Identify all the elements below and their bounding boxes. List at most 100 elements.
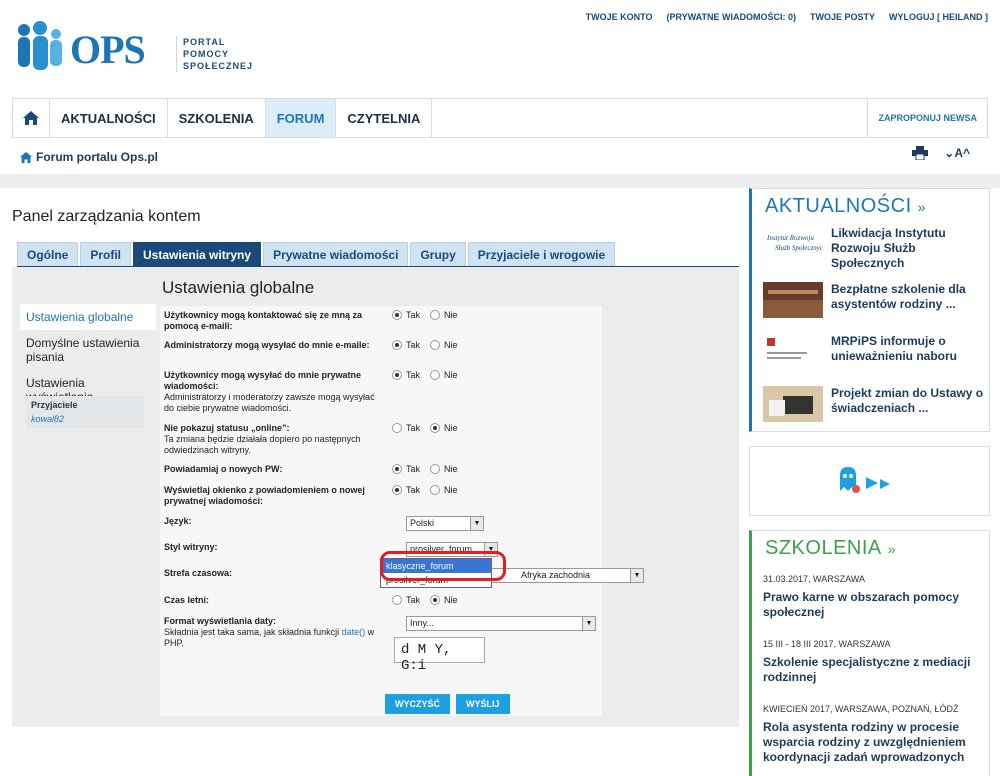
tab-profile[interactable]: Profil bbox=[80, 242, 132, 266]
tab-friends-foes[interactable]: Przyjaciele i wrogowie bbox=[467, 242, 616, 266]
nav-library[interactable]: CZYTELNIA bbox=[336, 99, 433, 137]
radio-no[interactable] bbox=[430, 370, 441, 380]
style-label: Styl witryny: bbox=[164, 542, 218, 552]
nav-forum[interactable]: FORUM bbox=[265, 99, 337, 137]
radio-yes-label: Tak bbox=[406, 485, 421, 495]
radio-no[interactable] bbox=[430, 310, 441, 320]
news-thumbnail: Instytut Rozwoju Służb Społecznych bbox=[763, 226, 823, 262]
radio-yes[interactable] bbox=[392, 340, 402, 350]
setting-radios: Tak Nie bbox=[392, 423, 466, 433]
news-title[interactable]: AKTUALNOŚCI » bbox=[752, 189, 989, 218]
setting-label: Użytkownicy mogą kontaktować się ze mną … bbox=[164, 310, 363, 331]
language-select-wrap: Polski ▼ bbox=[406, 516, 484, 531]
main-nav: AKTUALNOŚCI SZKOLENIA FORUM CZYTELNIA ZA… bbox=[12, 98, 988, 138]
chevron-down-icon: ▼ bbox=[470, 517, 483, 530]
radio-yes-label: Tak bbox=[406, 310, 421, 320]
radio-no[interactable] bbox=[430, 340, 441, 350]
home-button[interactable] bbox=[13, 99, 50, 137]
tab-site-settings[interactable]: Ustawienia witryny bbox=[133, 242, 262, 266]
news-item[interactable]: MRPiPS informuje o unieważnieniu naboru bbox=[763, 334, 985, 370]
setting-radios: Tak Nie bbox=[392, 370, 466, 380]
news-thumbnail bbox=[763, 334, 823, 370]
svg-text:Służb Społecznych: Służb Społecznych bbox=[775, 244, 823, 252]
nav-news[interactable]: AKTUALNOŚCI bbox=[50, 99, 168, 137]
training-date: 31.03.2017, WARSZAWA bbox=[763, 574, 866, 584]
radio-yes[interactable] bbox=[392, 485, 402, 495]
radio-no-label: Nie bbox=[444, 370, 458, 380]
form-buttons: WYCZYŚĆ WYŚLIJ bbox=[385, 694, 510, 714]
training-title[interactable]: Szkolenie specjalistyczne z mediacji rod… bbox=[763, 655, 988, 685]
side-menu-posting-defaults[interactable]: Domyślne ustawienia pisania bbox=[20, 330, 156, 370]
setting-label: Użytkownicy mogą wysyłać do mnie prywatn… bbox=[164, 370, 386, 414]
logo-subtitle: PORTAL POMOCY SPOŁECZNEJ bbox=[176, 36, 253, 72]
side-menu-global-settings[interactable]: Ustawienia globalne bbox=[20, 304, 156, 330]
news-item-title: Projekt zmian do Ustawy o świadczeniach … bbox=[831, 386, 984, 415]
friend-link[interactable]: kowal82 bbox=[31, 414, 139, 424]
settings-form: Użytkownicy mogą kontaktować się ze mną … bbox=[160, 306, 644, 716]
friends-header: Przyjaciele bbox=[31, 400, 78, 410]
reset-button[interactable]: WYCZYŚĆ bbox=[385, 694, 450, 714]
private-messages-link[interactable]: (PRYWATNE WIADOMOŚCI: 0) bbox=[666, 12, 796, 22]
timezone-label: Strefa czasowa: bbox=[164, 568, 233, 578]
radio-yes-label: Tak bbox=[406, 340, 421, 350]
date-format-note: Składnia jest taka sama, jak składnia fu… bbox=[164, 627, 374, 648]
setting-row: Wyświetlaj okienko z powiadomieniem o no… bbox=[160, 485, 602, 511]
radio-yes[interactable] bbox=[392, 370, 402, 380]
news-item[interactable]: Bezpłatne szkolenie dla asystentów rodzi… bbox=[763, 282, 985, 318]
setting-note: Ta zmiana będzie działała dopiero po nas… bbox=[164, 434, 361, 455]
setting-row: Użytkownicy mogą wysyłać do mnie prywatn… bbox=[160, 370, 602, 416]
radio-no[interactable] bbox=[430, 464, 441, 474]
radio-no-label: Nie bbox=[444, 423, 458, 433]
setting-radios: Tak Nie bbox=[392, 485, 466, 495]
radio-no[interactable] bbox=[430, 595, 441, 605]
date-format-input[interactable]: d M Y, G:i bbox=[394, 637, 485, 674]
radio-no[interactable] bbox=[430, 485, 441, 495]
home-icon bbox=[20, 151, 32, 163]
font-size-control[interactable]: ⌄A^ bbox=[944, 146, 970, 160]
trainings-title[interactable]: SZKOLENIA » bbox=[752, 531, 989, 560]
print-icon[interactable] bbox=[912, 146, 929, 160]
ad-box[interactable] bbox=[749, 446, 990, 516]
news-item-title: MRPiPS informuje o unieważnieniu naboru bbox=[831, 334, 958, 363]
my-account-link[interactable]: TWOJE KONTO bbox=[586, 12, 653, 22]
radio-no[interactable] bbox=[430, 423, 441, 433]
date-note-text: Składnia jest taka sama, jak składnia fu… bbox=[164, 627, 340, 637]
setting-note: Administratorzy i moderatorzy zawsze mog… bbox=[164, 392, 375, 413]
php-date-link[interactable]: date() bbox=[342, 627, 366, 637]
chevron-down-icon: ▼ bbox=[582, 617, 595, 630]
dst-label: Czas letni: bbox=[164, 595, 210, 605]
logout-link[interactable]: WYLOGUJ [ HEILAND ] bbox=[889, 12, 988, 22]
setting-radios: Tak Nie bbox=[392, 464, 466, 474]
radio-no-label: Nie bbox=[444, 485, 458, 495]
training-date: KWIECIEŃ 2017, WARSZAWA, POZNAŃ, ŁÓDŹ bbox=[763, 704, 959, 714]
nav-trainings[interactable]: SZKOLENIA bbox=[168, 99, 266, 137]
tab-general[interactable]: Ogólne bbox=[17, 242, 79, 266]
radio-yes[interactable] bbox=[392, 595, 402, 605]
radio-yes[interactable] bbox=[392, 310, 402, 320]
svg-text:Instytut Rozwoju: Instytut Rozwoju bbox=[766, 234, 814, 242]
news-item[interactable]: Instytut Rozwoju Służb Społecznych Likwid… bbox=[763, 226, 985, 271]
propose-news-link[interactable]: ZAPROPONUJ NEWSA bbox=[867, 99, 987, 137]
date-format-select-wrap: Inny... ▼ bbox=[406, 616, 596, 631]
news-item[interactable]: Projekt zmian do Ustawy o świadczeniach … bbox=[763, 386, 985, 422]
setting-radios: Tak Nie bbox=[392, 340, 466, 350]
language-select[interactable]: Polski ▼ bbox=[406, 516, 484, 531]
setting-radios: Tak Nie bbox=[392, 310, 466, 320]
font-size-label: A^ bbox=[954, 146, 970, 160]
date-format-select[interactable]: Inny... ▼ bbox=[406, 616, 596, 631]
radio-yes[interactable] bbox=[392, 423, 402, 433]
logo[interactable]: OPS PORTAL POMOCY SPOŁECZNEJ bbox=[14, 20, 254, 80]
training-title[interactable]: Rola asystenta rodziny w procesie wsparc… bbox=[763, 720, 988, 765]
breadcrumb-forum-link[interactable]: Forum portalu Ops.pl bbox=[36, 150, 158, 164]
setting-label: Wyświetlaj okienko z powiadomieniem o no… bbox=[164, 485, 365, 506]
tab-groups[interactable]: Grupy bbox=[410, 242, 466, 266]
chevron-down-icon: ▼ bbox=[630, 569, 643, 582]
radio-yes[interactable] bbox=[392, 464, 402, 474]
tab-private-messages[interactable]: Prywatne wiadomości bbox=[263, 242, 409, 266]
my-posts-link[interactable]: TWOJE POSTY bbox=[810, 12, 875, 22]
training-title[interactable]: Prawo karne w obszarach pomocy społeczne… bbox=[763, 590, 988, 620]
radio-yes-label: Tak bbox=[406, 423, 421, 433]
ghost-plugin-icon bbox=[840, 467, 890, 493]
language-value: Polski bbox=[410, 518, 435, 528]
submit-button[interactable]: WYŚLIJ bbox=[456, 694, 510, 714]
